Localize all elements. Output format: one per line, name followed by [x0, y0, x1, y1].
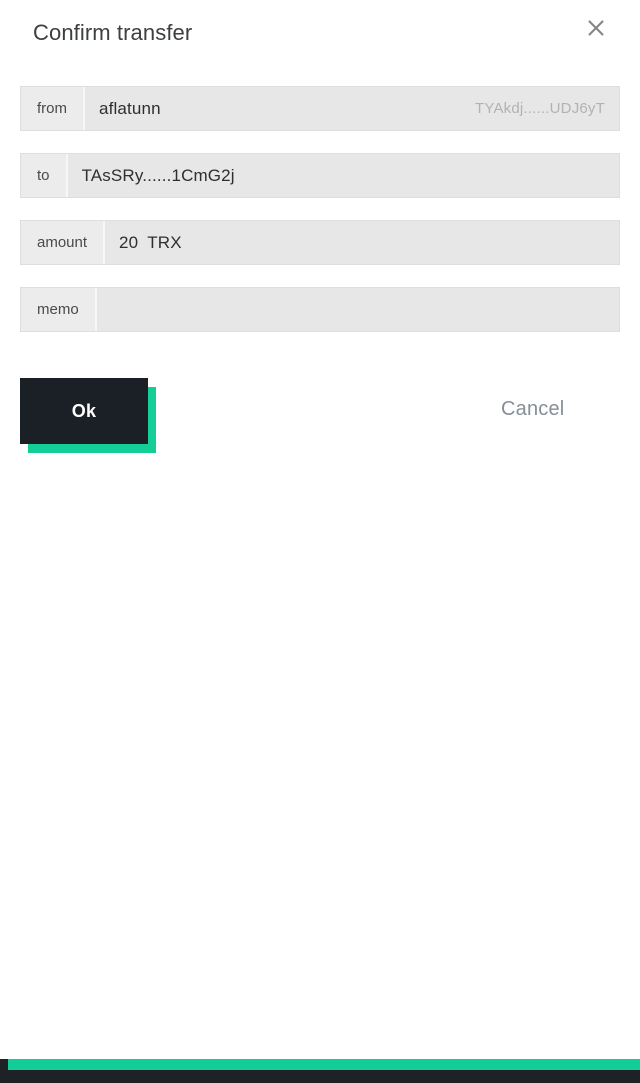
ok-button[interactable]: Ok: [20, 378, 148, 444]
to-account-address: TAsSRy......1CmG2j: [81, 165, 235, 185]
dialog-actions: Ok Cancel: [0, 378, 640, 468]
form-row-from: from aflatunn TYAkdj......UDJ6yT: [20, 86, 620, 131]
from-account-address: TYAkdj......UDJ6yT: [474, 100, 605, 117]
system-navigation-bar: [0, 1059, 640, 1083]
page-title: Confirm transfer: [33, 20, 193, 45]
field-value-from: aflatunn TYAkdj......UDJ6yT: [85, 87, 619, 130]
form-row-amount: amount 20 TRX: [20, 220, 620, 265]
form-row-memo: memo: [20, 287, 620, 332]
confirm-transfer-dialog: Confirm transfer from aflatunn TYAkdj...…: [0, 0, 640, 1083]
field-value-to: TAsSRy......1CmG2j: [67, 154, 619, 197]
field-label-from: from: [21, 87, 85, 130]
dialog-header: Confirm transfer: [0, 0, 640, 66]
accent-stripe: [8, 1059, 640, 1070]
amount-currency: TRX: [147, 232, 182, 252]
field-label-amount: amount: [21, 221, 106, 264]
cancel-button[interactable]: Cancel: [501, 398, 564, 421]
amount-number: 20: [119, 232, 139, 252]
from-account-name: aflatunn: [99, 98, 161, 118]
transfer-details-form: from aflatunn TYAkdj......UDJ6yT to TAsS…: [20, 86, 620, 354]
ok-button-wrapper: Ok: [20, 378, 156, 453]
field-value-memo: [96, 288, 619, 331]
amount-value-group: 20 TRX: [119, 233, 182, 253]
form-row-to: to TAsSRy......1CmG2j: [20, 153, 620, 198]
field-label-to: to: [21, 154, 68, 197]
field-value-amount: 20 TRX: [105, 221, 619, 264]
close-icon[interactable]: [582, 14, 610, 42]
field-label-memo: memo: [21, 288, 97, 331]
